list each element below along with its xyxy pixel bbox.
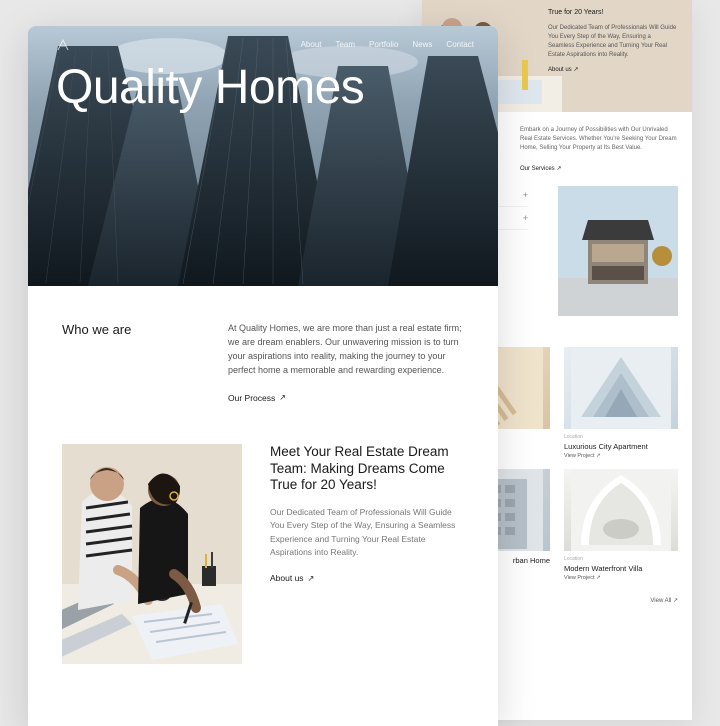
back-services-body: Embark on a Journey of Possibilities wit…	[520, 126, 678, 153]
project-category: Location	[564, 556, 678, 562]
top-nav: About Team Portfolio News Contact	[301, 40, 474, 49]
project-image	[564, 347, 678, 429]
back-services-link[interactable]: Our Services	[520, 165, 561, 172]
back-team-body: Our Dedicated Team of Professionals Will…	[548, 24, 678, 60]
team-body: Our Dedicated Team of Professionals Will…	[270, 506, 464, 559]
nav-news[interactable]: News	[412, 40, 432, 49]
project-category: Location	[564, 434, 678, 440]
nav-contact[interactable]: Contact	[446, 40, 474, 49]
house-image	[558, 186, 678, 316]
view-project-link[interactable]: View Project	[564, 575, 678, 581]
back-about-link[interactable]: About us	[548, 66, 578, 75]
nav-about[interactable]: About	[301, 40, 322, 49]
team-image	[62, 444, 242, 664]
logo-icon[interactable]	[56, 38, 70, 52]
view-project-link[interactable]: View Project	[564, 453, 678, 459]
preview-page-front: About Team Portfolio News Contact Qualit…	[28, 26, 498, 726]
plus-icon: +	[523, 213, 528, 223]
nav-team[interactable]: Team	[335, 40, 355, 49]
project-title: Modern Waterfront Villa	[564, 564, 678, 573]
team-section: Meet Your Real Estate Dream Team: Making…	[28, 434, 498, 694]
team-heading: Meet Your Real Estate Dream Team: Making…	[270, 444, 464, 495]
back-team-heading-fragment: True for 20 Years!	[548, 8, 678, 19]
who-body: At Quality Homes, we are more than just …	[228, 322, 464, 378]
project-image	[564, 469, 678, 551]
plus-icon: +	[523, 190, 528, 200]
project-card[interactable]: Location Modern Waterfront Villa View Pr…	[564, 469, 678, 581]
nav-portfolio[interactable]: Portfolio	[369, 40, 398, 49]
project-title: Luxurious City Apartment	[564, 442, 678, 451]
project-card[interactable]: Location Luxurious City Apartment View P…	[564, 347, 678, 459]
our-process-link[interactable]: Our Process	[228, 392, 286, 405]
hero-section: About Team Portfolio News Contact Qualit…	[28, 26, 498, 286]
who-heading: Who we are	[62, 322, 192, 406]
about-us-link[interactable]: About us	[270, 573, 314, 583]
who-we-are-section: Who we are At Quality Homes, we are more…	[28, 286, 498, 434]
hero-title: Quality Homes	[56, 60, 364, 115]
